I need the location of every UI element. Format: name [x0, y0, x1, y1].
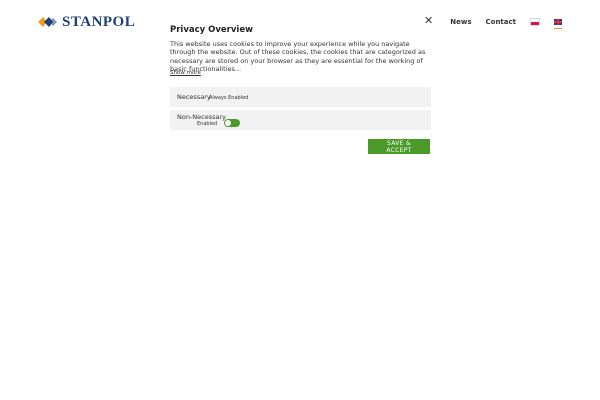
close-icon[interactable]: ✕: [424, 14, 433, 28]
category-title: Non-Necessary: [177, 113, 227, 121]
always-enabled-badge: Always Enabled: [209, 94, 249, 101]
privacy-overview-modal: ✕ Privacy Overview This website uses coo…: [160, 14, 442, 164]
pl-flag-icon[interactable]: [530, 18, 540, 26]
active-language-indicator: [554, 28, 562, 29]
category-title: Necessary: [177, 93, 211, 101]
non-necessary-toggle[interactable]: [224, 119, 240, 127]
modal-title: Privacy Overview: [170, 25, 253, 35]
stanpol-logo[interactable]: STANPOL: [38, 13, 135, 31]
save-accept-button[interactable]: SAVE & ACCEPT: [368, 139, 430, 154]
en-flag-icon[interactable]: [554, 19, 562, 25]
logo-text: STANPOL: [62, 13, 136, 30]
show-more-link[interactable]: Show more: [170, 70, 201, 76]
category-non-necessary[interactable]: Non-Necessary Enabled: [170, 110, 431, 130]
modal-description: This website uses cookies to improve you…: [170, 40, 426, 73]
toggle-knob: [225, 120, 231, 126]
enabled-badge: Enabled: [197, 121, 218, 127]
nav-item-contact[interactable]: Contact: [486, 18, 517, 26]
logo-mark-icon: [38, 17, 57, 27]
category-necessary[interactable]: Necessary Always Enabled: [170, 87, 431, 107]
nav-item-news[interactable]: News: [450, 18, 471, 26]
